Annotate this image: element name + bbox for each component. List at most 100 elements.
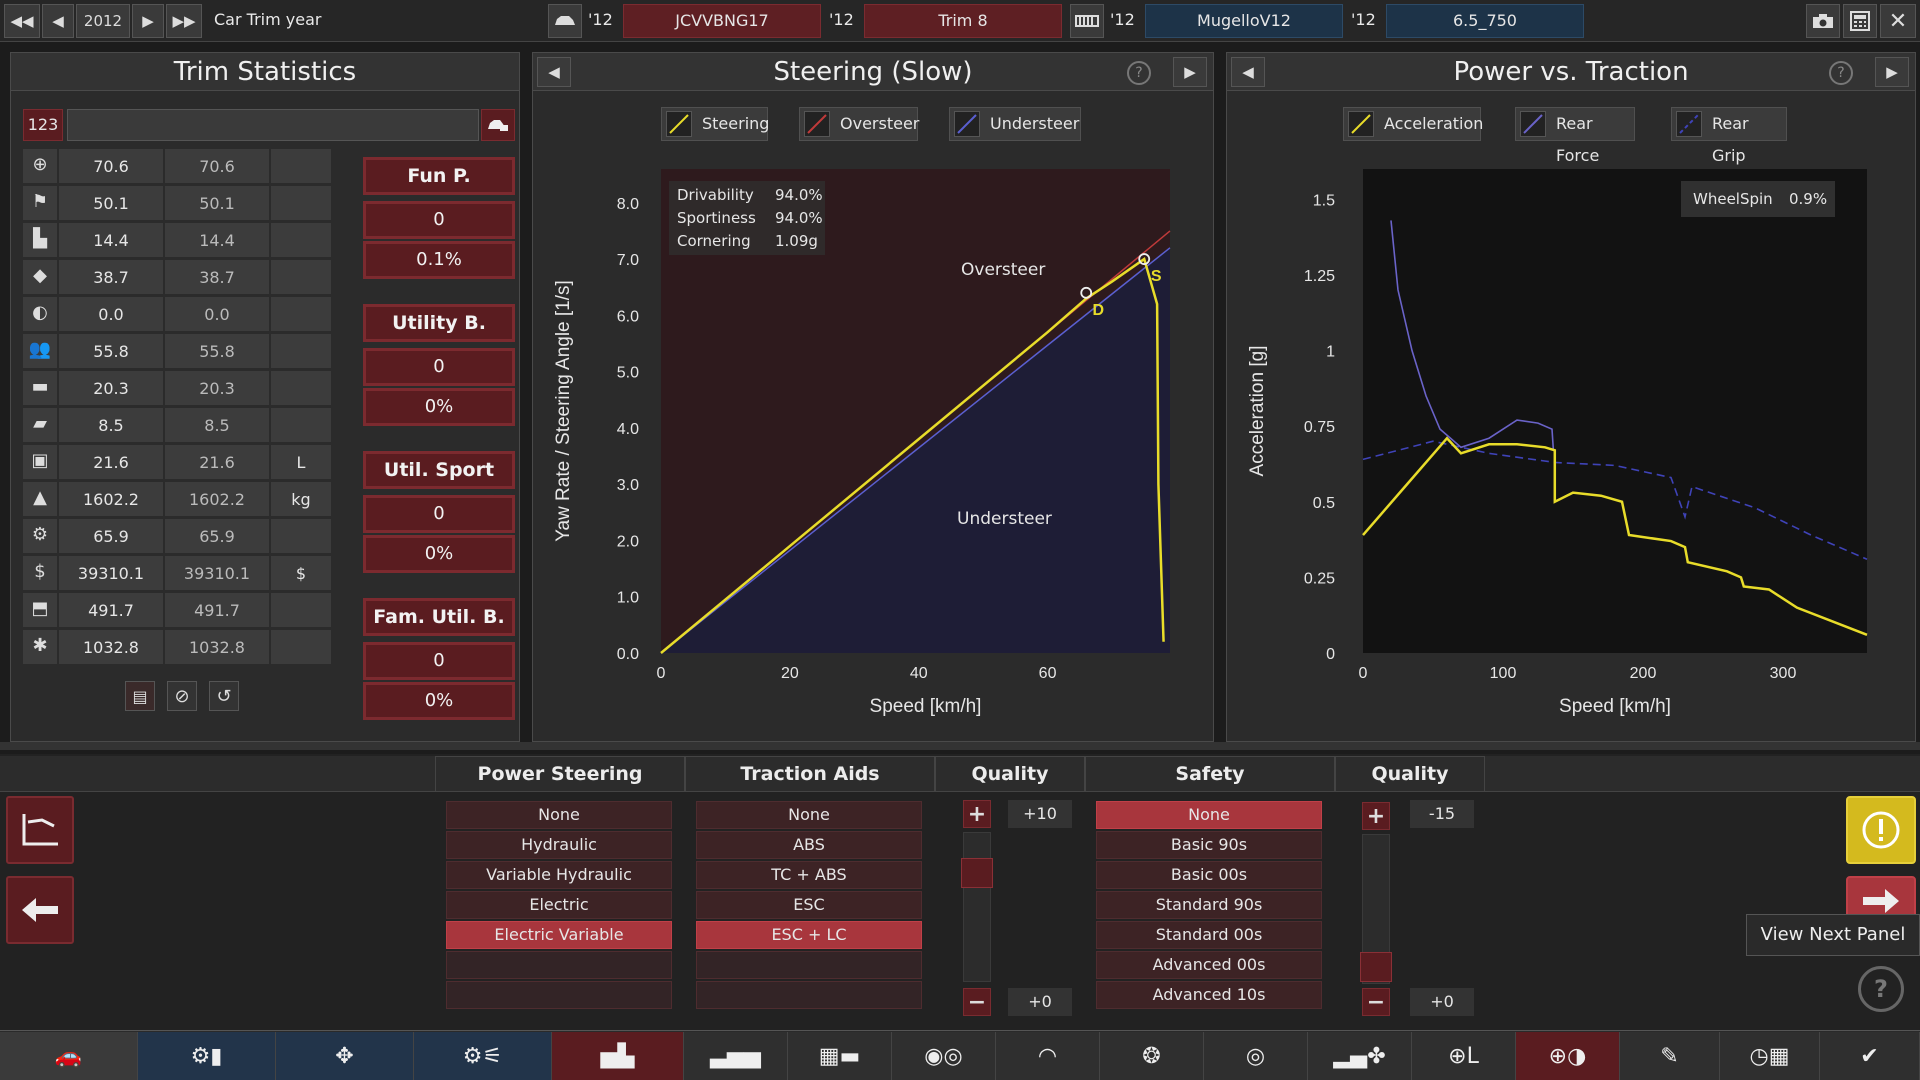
x-tick-label: 100 xyxy=(1490,665,1517,682)
safety-tab[interactable]: ⊕◑ xyxy=(1516,1032,1620,1080)
traction-aids-option[interactable]: ESC xyxy=(696,891,922,919)
car-filter-icon xyxy=(488,120,508,131)
plus-icon: + xyxy=(967,801,987,827)
year-field[interactable]: 2012 xyxy=(76,4,130,38)
year-first-button[interactable]: ◀◀ xyxy=(4,4,40,38)
steering-tab[interactable]: ⊕L xyxy=(1412,1032,1516,1080)
quality1-minus-button[interactable]: − xyxy=(963,988,991,1016)
safety-option[interactable]: Advanced 10s xyxy=(1096,981,1322,1009)
quality1-slider-handle[interactable] xyxy=(961,858,993,888)
reset-button[interactable]: ↺ xyxy=(209,681,239,711)
camera-icon xyxy=(1813,14,1833,28)
quality2-top-value: -15 xyxy=(1410,800,1474,828)
tyres-tab[interactable]: ◎ xyxy=(1204,1032,1308,1080)
wheels-tab[interactable]: ❂ xyxy=(1100,1032,1204,1080)
trim-selector[interactable]: Trim 8 xyxy=(864,4,1062,38)
suspension-icon: ⚙⚟ xyxy=(462,1043,503,1069)
fixtures-tab[interactable]: ⚙▮ xyxy=(138,1032,276,1080)
offroad-car-icon: ▰ xyxy=(33,413,47,434)
power-steering-option[interactable]: None xyxy=(446,801,672,829)
quality2-plus-button[interactable]: + xyxy=(1362,802,1390,830)
quality2-slider-handle[interactable] xyxy=(1360,952,1392,982)
traction-aids-option[interactable]: ESC + LC xyxy=(696,921,922,949)
car-icon-button[interactable] xyxy=(548,4,582,38)
engineering-icon: ⚙ xyxy=(31,524,49,545)
year-prev-button[interactable]: ◀ xyxy=(42,4,74,38)
safety-option[interactable]: Basic 00s xyxy=(1096,861,1322,889)
interior-tab[interactable]: ▅▙ xyxy=(552,1032,684,1080)
stat-unit-cell xyxy=(271,186,331,220)
stat-value-previous: 8.5 xyxy=(204,416,230,435)
power-steering-option[interactable]: Hydraulic xyxy=(446,831,672,859)
left-arrow-icon: ◀ xyxy=(52,12,64,30)
safety-option[interactable]: Standard 90s xyxy=(1096,891,1322,919)
drivability-value: 94.0% xyxy=(775,186,823,204)
quality1-plus-button[interactable]: + xyxy=(963,800,991,828)
engine-icon-button[interactable] xyxy=(1070,4,1104,38)
safety-option[interactable]: Advanced 00s xyxy=(1096,951,1322,979)
power-steering-option[interactable]: Electric Variable xyxy=(446,921,672,949)
stat-unit-cell xyxy=(271,297,331,331)
calculator-button[interactable] xyxy=(1843,4,1877,38)
quality2-minus-button[interactable]: − xyxy=(1362,988,1390,1016)
car-model-selector[interactable]: JCVVBNG17 xyxy=(623,4,821,38)
car-model-icon xyxy=(555,16,575,25)
engine-variant-selector[interactable]: 6.5_750 xyxy=(1386,4,1584,38)
suspension-tab[interactable]: ⚙⚟ xyxy=(414,1032,552,1080)
cornering-label: Cornering xyxy=(677,232,751,250)
x-tick-label: 0 xyxy=(657,665,666,682)
filter-number-button[interactable]: 123 xyxy=(23,109,63,141)
clear-button[interactable]: ⊘ xyxy=(167,681,197,711)
chart-view-button[interactable] xyxy=(6,796,74,864)
traction-aids-option[interactable]: None xyxy=(696,801,922,829)
stat-value-current: 21.6 xyxy=(93,453,129,472)
x-tick-label: 300 xyxy=(1770,665,1797,682)
power-steering-empty-slot xyxy=(446,951,672,979)
brakes-tab[interactable]: ◠ xyxy=(996,1032,1100,1080)
safety-option[interactable]: Standard 00s xyxy=(1096,921,1322,949)
stat-value-current: 70.6 xyxy=(93,157,129,176)
screenshot-button[interactable] xyxy=(1806,4,1840,38)
car-filter-button[interactable] xyxy=(481,109,515,141)
aero-tab[interactable]: ▂▄✤ xyxy=(1308,1032,1412,1080)
stat-unit-cell xyxy=(271,223,331,257)
stat-value-previous: 39310.1 xyxy=(183,564,251,583)
stat-unit-cell xyxy=(271,408,331,442)
back-button[interactable] xyxy=(6,876,74,944)
stat-value-previous: 20.3 xyxy=(199,379,235,398)
traction-aids-option[interactable]: ABS xyxy=(696,831,922,859)
car-model-tab[interactable]: 🚗 xyxy=(0,1032,138,1080)
trim-tab[interactable]: ▦▬ xyxy=(788,1032,892,1080)
year-last-button[interactable]: ▶▶ xyxy=(166,4,202,38)
chassis-tab[interactable]: ✥ xyxy=(276,1032,414,1080)
passengers-icon: 👥 xyxy=(28,339,52,360)
quality1-slider[interactable] xyxy=(963,832,991,982)
race-tab[interactable]: ◷▦ xyxy=(1720,1032,1820,1080)
double-left-icon: ◀◀ xyxy=(10,12,34,30)
engine-selector[interactable]: MugelloV12 xyxy=(1145,4,1343,38)
warning-button[interactable] xyxy=(1846,796,1916,864)
close-icon: ✕ xyxy=(1888,8,1908,34)
tyre-icon: ◎ xyxy=(1245,1043,1266,1069)
steering-icon: ⊕L xyxy=(1448,1043,1479,1069)
y-tick-label: 0.25 xyxy=(1304,570,1335,587)
safety-option[interactable]: Basic 90s xyxy=(1096,831,1322,859)
year-next-button[interactable]: ▶ xyxy=(132,4,164,38)
power-steering-option[interactable]: Variable Hydraulic xyxy=(446,861,672,889)
traction-aids-option[interactable]: TC + ABS xyxy=(696,861,922,889)
power-steering-option[interactable]: Electric xyxy=(446,891,672,919)
stat-value-previous: 1032.8 xyxy=(189,638,245,657)
report-button[interactable]: ▤ xyxy=(125,681,155,711)
drivetrain-tab[interactable]: ◉◎ xyxy=(892,1032,996,1080)
seating-tab[interactable]: ▃▅▅ xyxy=(684,1032,788,1080)
help-button[interactable]: ? xyxy=(1858,966,1904,1012)
finish-tab[interactable]: ✔ xyxy=(1820,1032,1920,1080)
x-axis-label: Speed [km/h] xyxy=(870,696,982,717)
close-button[interactable]: ✕ xyxy=(1880,4,1916,38)
y-tick-label: 6.0 xyxy=(617,308,639,325)
safety-icon: ⊕◑ xyxy=(1548,1043,1587,1069)
safety-option[interactable]: None xyxy=(1096,801,1322,829)
testing-tab[interactable]: ✎ xyxy=(1620,1032,1720,1080)
search-input[interactable] xyxy=(67,109,479,141)
stat-row: ▬ 20.3 20.3 xyxy=(23,371,345,405)
